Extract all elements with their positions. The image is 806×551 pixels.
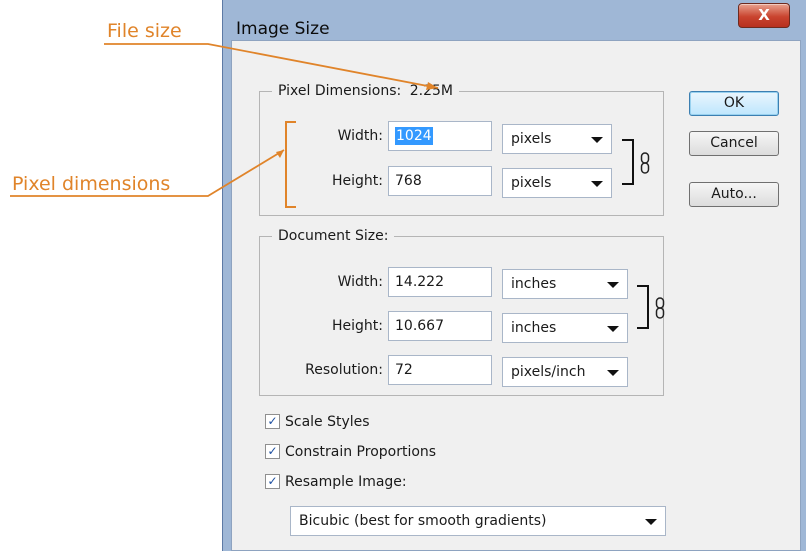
annotation-lines [10, 43, 439, 208]
